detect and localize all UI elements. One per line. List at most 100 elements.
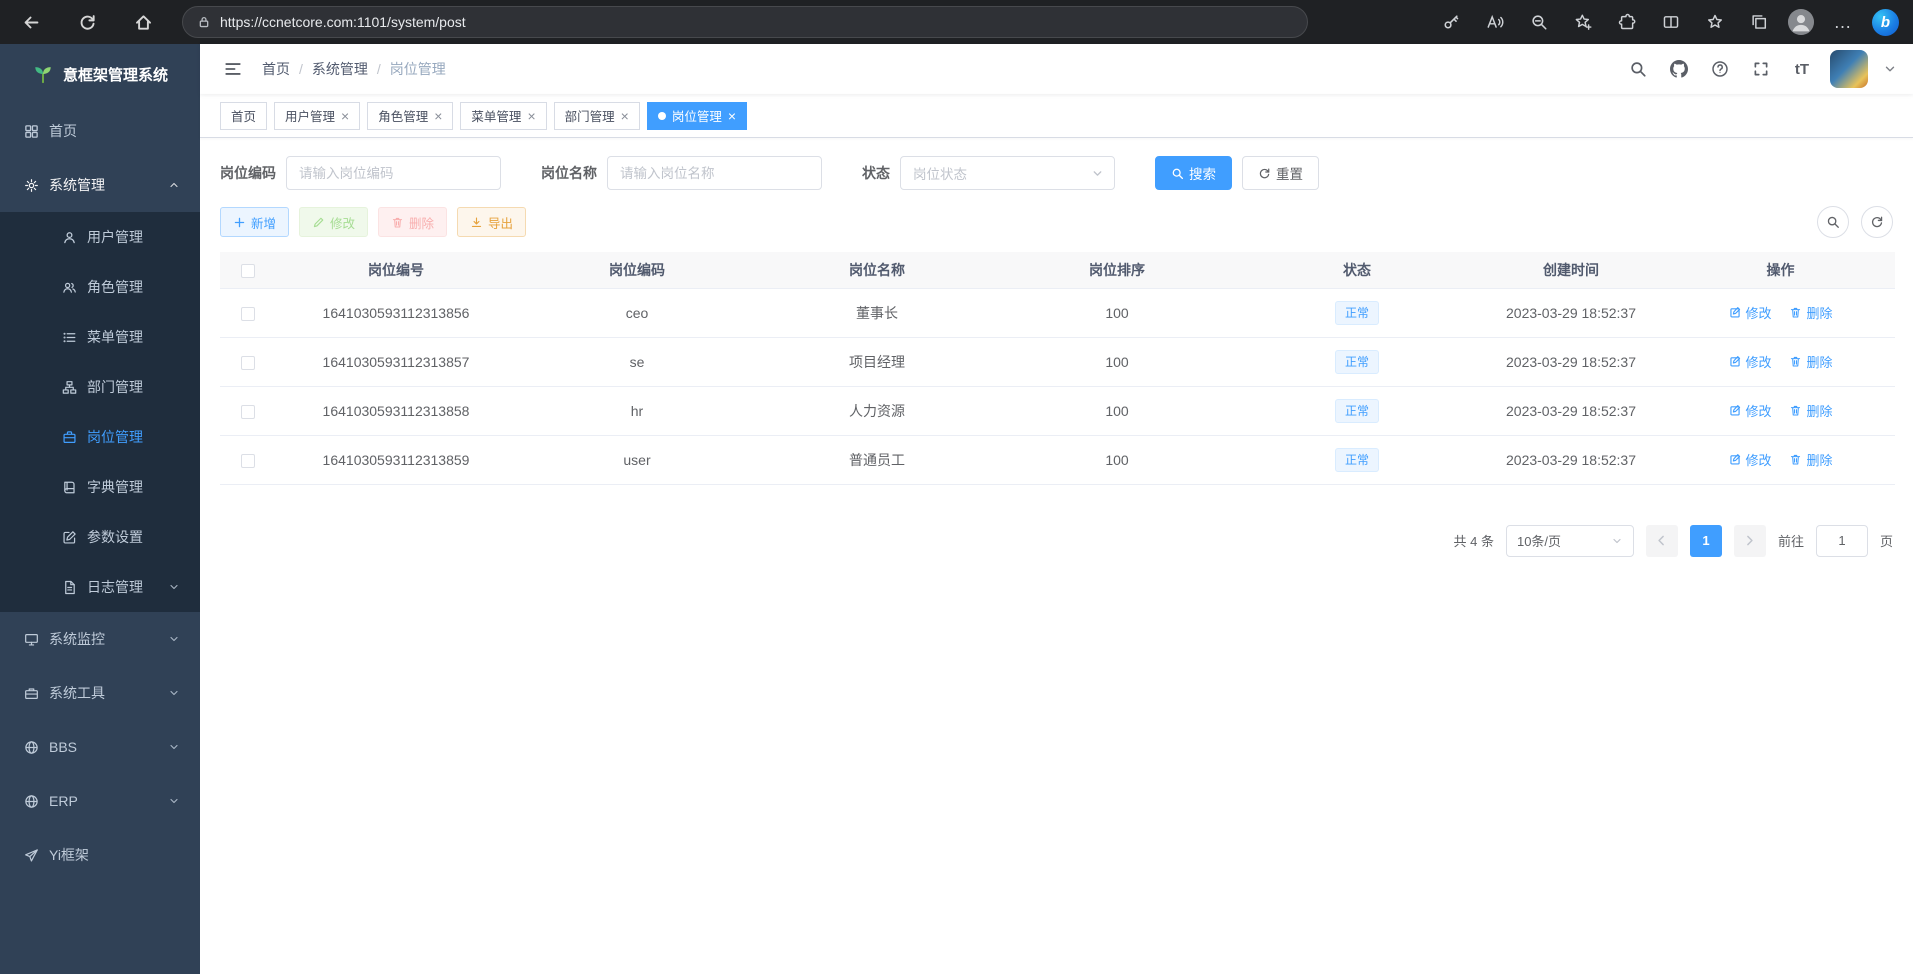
app-logo[interactable]: 意框架管理系统 xyxy=(0,44,200,104)
row-edit-link[interactable]: 修改 xyxy=(1729,401,1772,420)
tab-close-icon[interactable]: × xyxy=(621,109,629,123)
back-icon[interactable] xyxy=(14,5,48,39)
delete-button[interactable]: 删除 xyxy=(378,207,447,237)
next-page-button[interactable] xyxy=(1734,525,1766,557)
split-screen-icon[interactable] xyxy=(1656,7,1686,37)
cell-post-id: 1641030593112313859 xyxy=(276,435,516,484)
tab-close-icon[interactable]: × xyxy=(728,109,736,123)
filter-status: 状态 岗位状态 xyxy=(862,156,1115,190)
row-checkbox[interactable] xyxy=(241,454,255,468)
export-button[interactable]: 导出 xyxy=(457,207,526,237)
edit-button[interactable]: 修改 xyxy=(299,207,368,237)
row-edit-link[interactable]: 修改 xyxy=(1729,352,1772,371)
select-all-checkbox[interactable] xyxy=(241,264,255,278)
zoom-icon[interactable] xyxy=(1524,7,1554,37)
chevron-left-icon xyxy=(1655,534,1668,547)
reset-button[interactable]: 重置 xyxy=(1242,156,1319,190)
chevron-down-icon xyxy=(168,795,180,807)
page-size-select[interactable]: 10条/页 xyxy=(1506,525,1634,557)
sidebar-item-dept[interactable]: 部门管理 xyxy=(0,362,200,412)
sidebar-item-dict[interactable]: 字典管理 xyxy=(0,462,200,512)
tab-label: 首页 xyxy=(231,106,256,125)
chevron-right-icon xyxy=(1743,534,1756,547)
ssl-lock-icon xyxy=(197,15,211,29)
sidebar-item-tools[interactable]: 系统工具 xyxy=(0,666,200,720)
sidebar-item-post[interactable]: 岗位管理 xyxy=(0,412,200,462)
cell-created: 2023-03-29 18:52:37 xyxy=(1476,386,1666,435)
trash-icon xyxy=(1789,404,1802,417)
sidebar-item-role[interactable]: 角色管理 xyxy=(0,262,200,312)
tab-user-management[interactable]: 用户管理 × xyxy=(274,102,360,130)
read-aloud-icon[interactable] xyxy=(1480,7,1510,37)
sidebar-item-home[interactable]: 首页 xyxy=(0,104,200,158)
tab-menu-management[interactable]: 菜单管理 × xyxy=(460,102,546,130)
bing-chat-icon[interactable]: b xyxy=(1872,9,1899,36)
github-icon[interactable] xyxy=(1666,56,1692,82)
add-button[interactable]: 新增 xyxy=(220,207,289,237)
row-checkbox[interactable] xyxy=(241,307,255,321)
browser-profile-avatar[interactable] xyxy=(1788,9,1814,35)
sidebar-item-system[interactable]: 系统管理 xyxy=(0,158,200,212)
tab-post-management[interactable]: 岗位管理 × xyxy=(647,102,747,130)
post-code-input[interactable] xyxy=(286,156,501,190)
row-edit-link[interactable]: 修改 xyxy=(1729,303,1772,322)
sidebar-item-monitor[interactable]: 系统监控 xyxy=(0,612,200,666)
breadcrumb: 首页 / 系统管理 / 岗位管理 xyxy=(262,59,446,79)
favorites-add-icon[interactable] xyxy=(1568,7,1598,37)
app-navbar: 首页 / 系统管理 / 岗位管理 xyxy=(200,44,1913,94)
status-select[interactable]: 岗位状态 xyxy=(900,156,1115,190)
row-delete-link[interactable]: 删除 xyxy=(1789,352,1832,371)
row-delete-link[interactable]: 删除 xyxy=(1789,303,1832,322)
row-delete-link[interactable]: 删除 xyxy=(1789,401,1832,420)
row-edit-link[interactable]: 修改 xyxy=(1729,450,1772,469)
row-delete-link[interactable]: 删除 xyxy=(1789,450,1832,469)
fullscreen-icon[interactable] xyxy=(1748,56,1774,82)
address-bar[interactable]: https://ccnetcore.com:1101/system/post xyxy=(182,6,1308,38)
extensions-icon[interactable] xyxy=(1612,7,1642,37)
delete-link-label: 删除 xyxy=(1806,450,1832,469)
home-icon[interactable] xyxy=(126,5,160,39)
search-button[interactable]: 搜索 xyxy=(1155,156,1232,190)
avatar-caret-icon[interactable] xyxy=(1883,62,1897,76)
collections-icon[interactable] xyxy=(1744,7,1774,37)
page-number-button[interactable]: 1 xyxy=(1690,525,1722,557)
show-search-toggle-button[interactable] xyxy=(1817,206,1849,238)
font-size-icon[interactable]: tT xyxy=(1789,56,1815,82)
tab-home[interactable]: 首页 xyxy=(220,102,267,130)
row-checkbox[interactable] xyxy=(241,356,255,370)
export-button-label: 导出 xyxy=(488,213,513,232)
help-icon[interactable] xyxy=(1707,56,1733,82)
delete-link-label: 删除 xyxy=(1806,352,1832,371)
settings-menu-icon[interactable]: … xyxy=(1828,7,1858,37)
sidebar-item-user[interactable]: 用户管理 xyxy=(0,212,200,262)
favorites-bar-icon[interactable] xyxy=(1700,7,1730,37)
header-search-icon[interactable] xyxy=(1625,56,1651,82)
post-code-label: 岗位编码 xyxy=(220,163,276,183)
refresh-table-button[interactable] xyxy=(1861,206,1893,238)
breadcrumb-home[interactable]: 首页 xyxy=(262,59,290,79)
tab-close-icon[interactable]: × xyxy=(341,109,349,123)
sidebar-item-erp[interactable]: ERP xyxy=(0,774,200,828)
reset-button-label: 重置 xyxy=(1276,163,1303,183)
post-name-input[interactable] xyxy=(607,156,822,190)
header-post-sort: 岗位排序 xyxy=(996,252,1238,288)
refresh-icon[interactable] xyxy=(70,5,104,39)
row-checkbox[interactable] xyxy=(241,405,255,419)
tab-role-management[interactable]: 角色管理 × xyxy=(367,102,453,130)
sidebar-item-menu[interactable]: 菜单管理 xyxy=(0,312,200,362)
password-key-icon[interactable] xyxy=(1436,7,1466,37)
user-avatar[interactable] xyxy=(1830,50,1868,88)
sidebar-item-param[interactable]: 参数设置 xyxy=(0,512,200,562)
sidebar-item-log[interactable]: 日志管理 xyxy=(0,562,200,612)
sidebar-item-yi[interactable]: Yi框架 xyxy=(0,828,200,882)
goto-page-input[interactable] xyxy=(1816,525,1868,557)
chevron-down-icon xyxy=(168,741,180,753)
tab-close-icon[interactable]: × xyxy=(434,109,442,123)
sidebar-item-bbs[interactable]: BBS xyxy=(0,720,200,774)
sidebar-toggle-icon[interactable] xyxy=(220,56,246,82)
breadcrumb-system[interactable]: 系统管理 xyxy=(312,59,368,79)
tab-dept-management[interactable]: 部门管理 × xyxy=(554,102,640,130)
prev-page-button[interactable] xyxy=(1646,525,1678,557)
tab-close-icon[interactable]: × xyxy=(527,109,535,123)
active-tab-dot xyxy=(658,112,666,120)
